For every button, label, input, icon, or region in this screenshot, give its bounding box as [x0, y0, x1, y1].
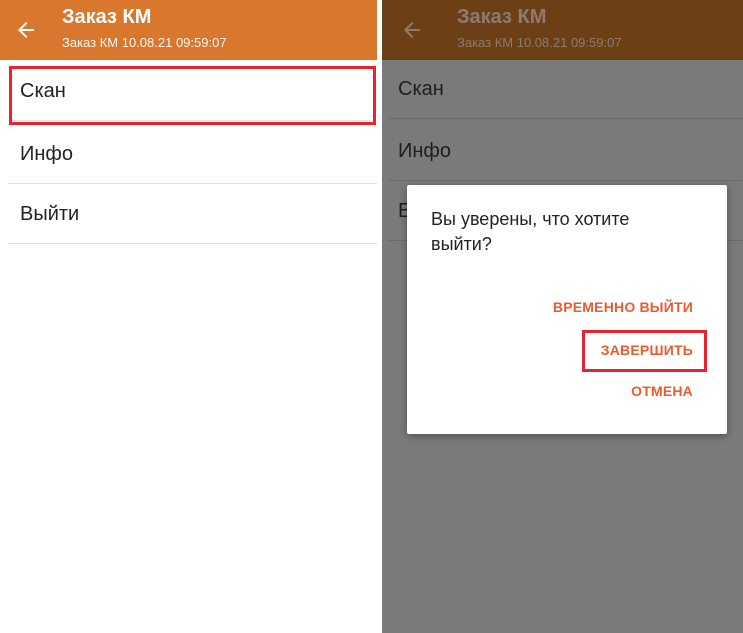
menu-item-info[interactable]: Инфо [8, 125, 377, 184]
app-bar-subtitle: Заказ КМ 10.08.21 09:59:07 [62, 35, 227, 50]
menu-item-label: Инфо [20, 142, 73, 165]
exit-confirm-dialog: Вы уверены, что хотите выйти? ВРЕМЕННО В… [407, 185, 727, 434]
right-screen: Заказ КМ Заказ КМ 10.08.21 09:59:07 Скан… [382, 0, 743, 633]
menu-item-exit[interactable]: Выйти [8, 185, 377, 244]
highlight-box-finish [582, 330, 707, 372]
menu-item-label: Инфо [398, 139, 451, 162]
back-arrow-icon [400, 18, 424, 42]
menu-item-info: Инфо [388, 122, 743, 181]
app-bar-subtitle: Заказ КМ 10.08.21 09:59:07 [457, 35, 622, 50]
temp-exit-button[interactable]: ВРЕМЕННО ВЫЙТИ [553, 299, 693, 315]
app-bar-title: Заказ КМ [457, 6, 547, 28]
menu-item-label: Скан [398, 77, 444, 100]
app-bar-title: Заказ КМ [62, 6, 152, 28]
left-screen: Заказ КМ Заказ КМ 10.08.21 09:59:07 Скан… [0, 0, 377, 633]
highlight-box-scan [9, 66, 376, 125]
cancel-button[interactable]: ОТМЕНА [631, 383, 693, 399]
menu-item-label: Выйти [20, 202, 80, 225]
app-bar: Заказ КМ Заказ КМ 10.08.21 09:59:07 [0, 0, 377, 60]
back-arrow-icon[interactable] [14, 18, 38, 42]
app-bar: Заказ КМ Заказ КМ 10.08.21 09:59:07 [382, 0, 743, 60]
menu-item-scan: Скан [388, 60, 743, 119]
dialog-message: Вы уверены, что хотите выйти? [431, 209, 630, 254]
